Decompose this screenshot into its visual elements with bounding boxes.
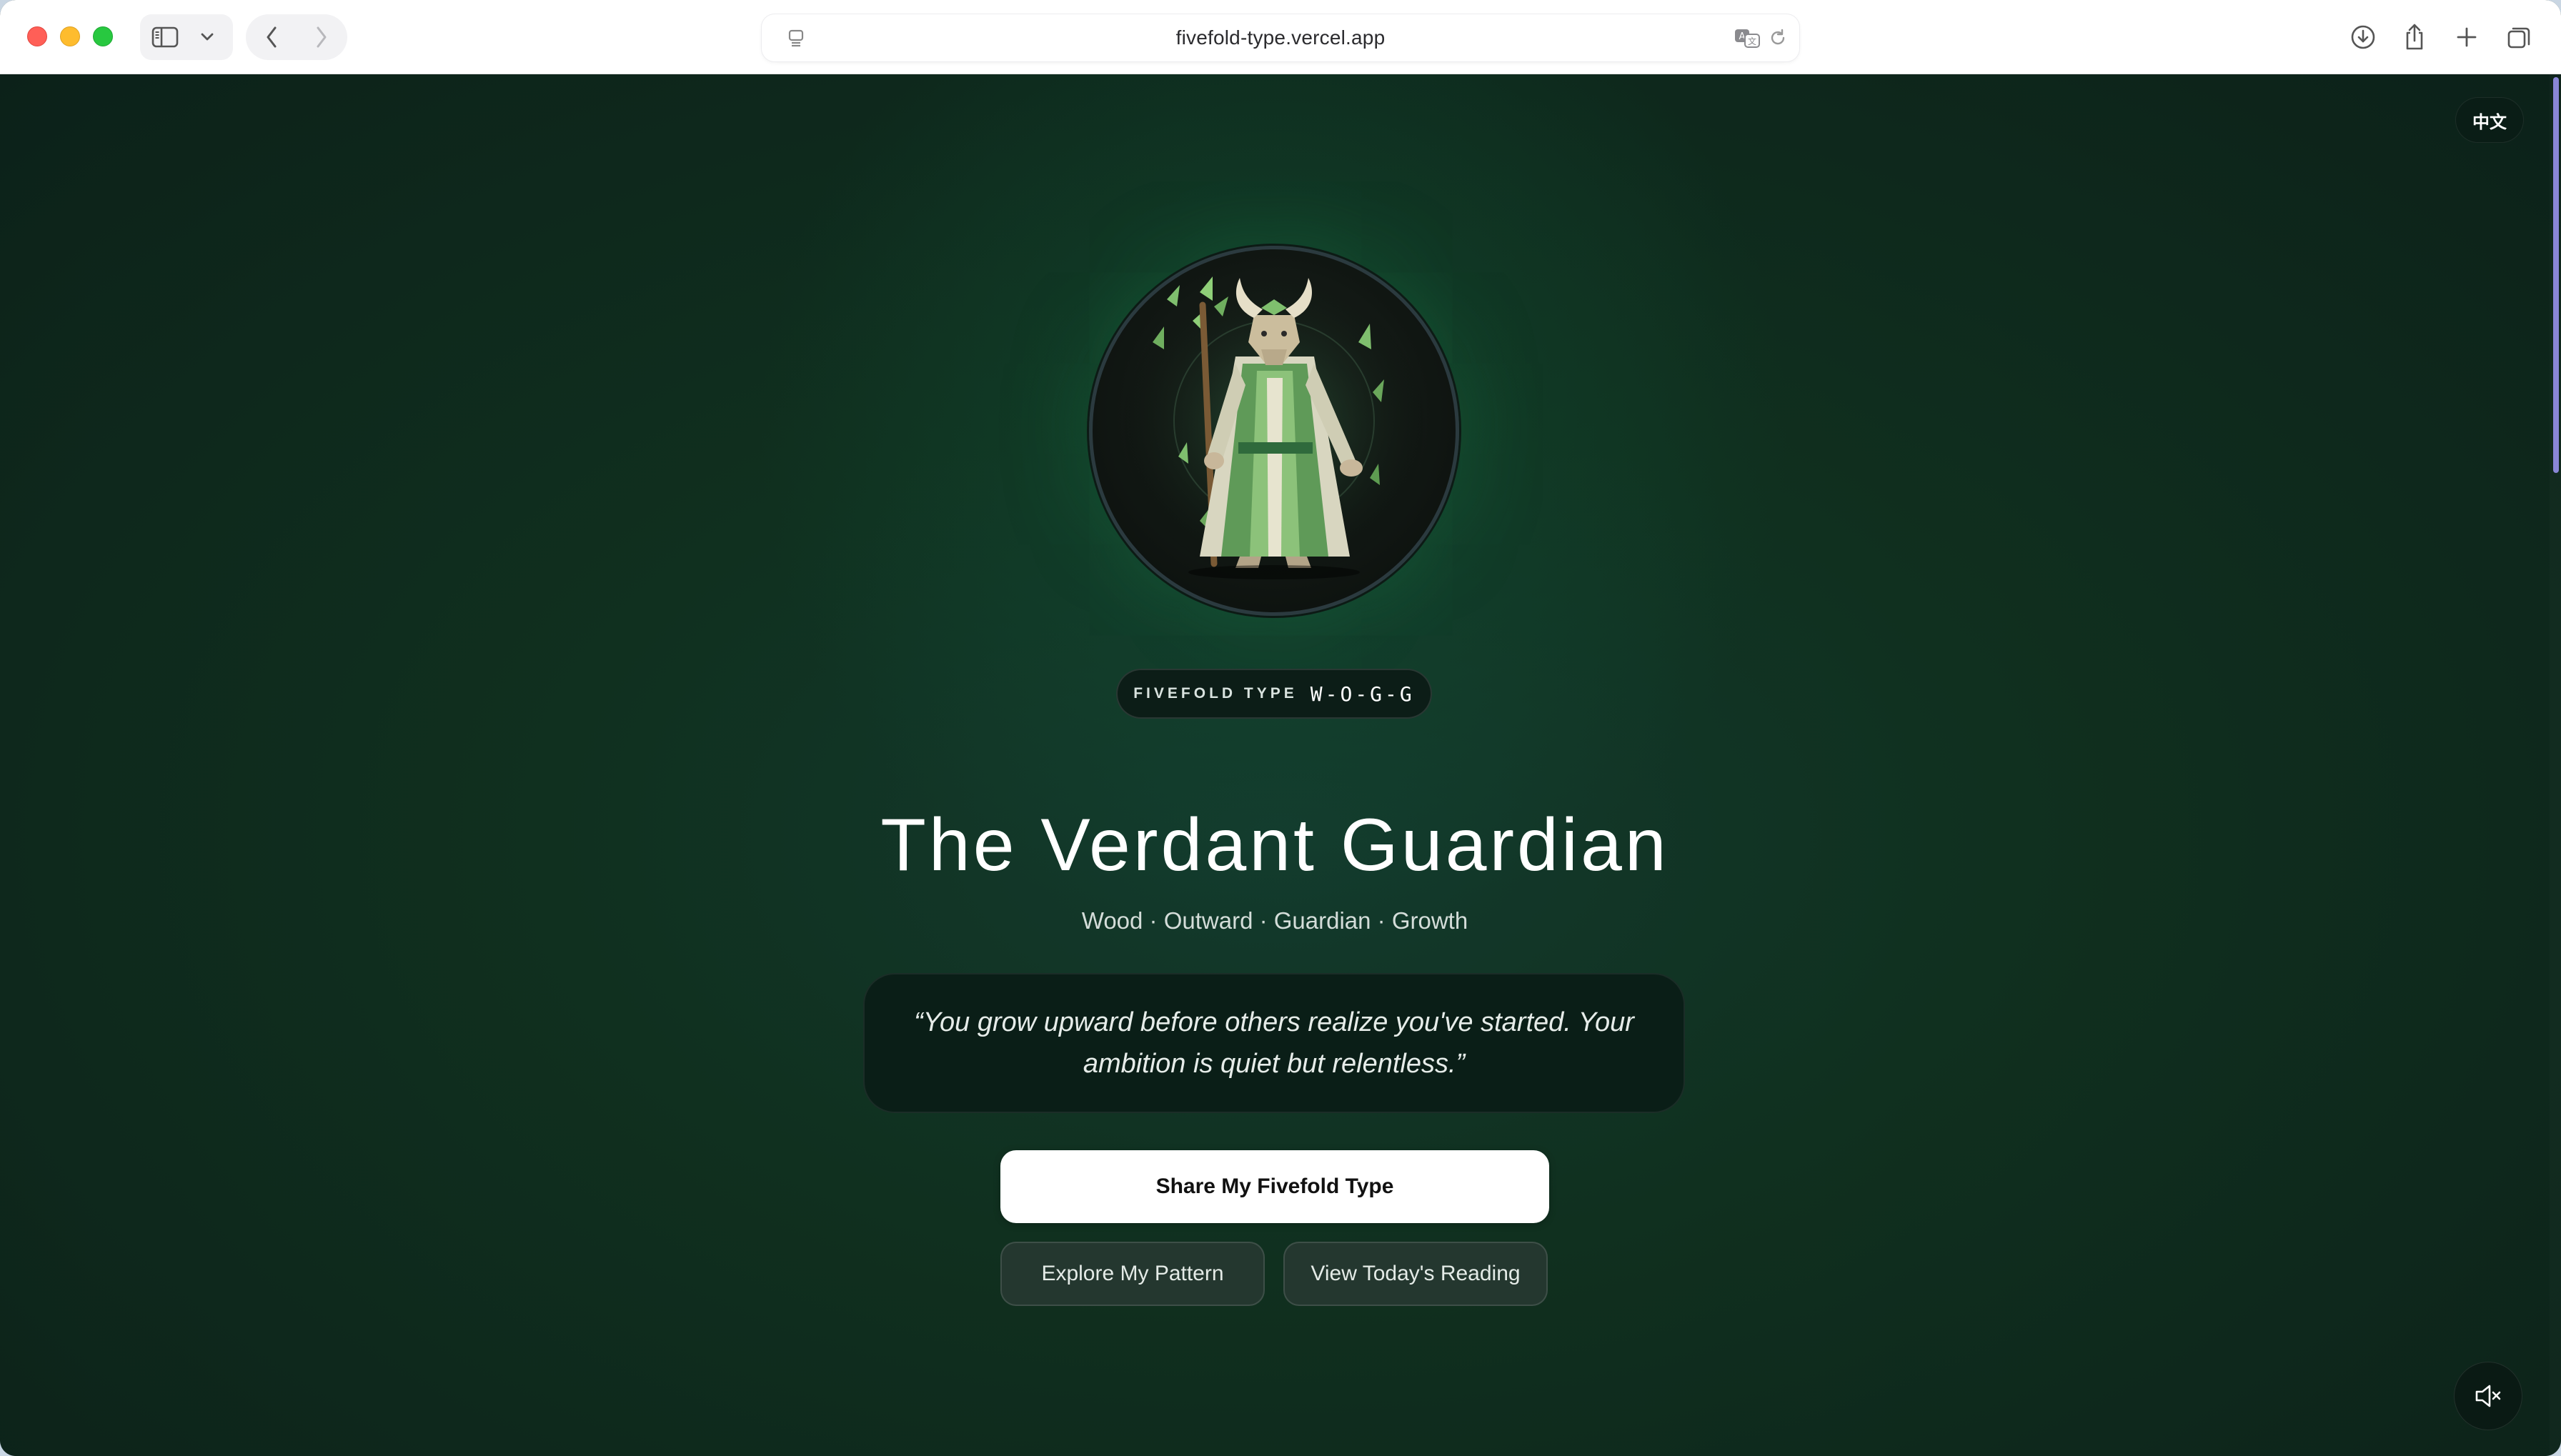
share-icon[interactable] [2398,16,2431,59]
explore-pattern-button[interactable]: Explore My Pattern [1000,1242,1265,1306]
quote-text: “You grow upward before others realize y… [914,1007,1634,1079]
address-bar[interactable]: fivefold-type.vercel.app A文 [762,14,1799,61]
forward-icon[interactable] [307,16,336,59]
tabs-overview-icon[interactable] [2502,16,2535,59]
back-icon[interactable] [257,16,286,59]
browser-window: fivefold-type.vercel.app A文 中文 FIVEFOLD … [0,0,2561,1456]
scrollbar-thumb[interactable] [2553,77,2559,473]
sidebar-icon[interactable] [147,16,183,59]
download-icon[interactable] [2347,16,2380,59]
type-code: W-O-G-G [1310,682,1415,706]
guardian-portrait-image [1089,246,1459,616]
new-tab-icon[interactable] [2451,16,2482,59]
quote-card: “You grow upward before others realize y… [863,973,1685,1113]
minimize-window-button[interactable] [60,26,80,46]
svg-text:文: 文 [1748,36,1756,46]
page-title: The Verdant Guardian [880,804,1669,887]
fivefold-type-badge: FIVEFOLD TYPE W-O-G-G [1116,669,1432,719]
view-reading-button[interactable]: View Today's Reading [1283,1242,1548,1306]
close-window-button[interactable] [27,26,47,46]
type-label: FIVEFOLD TYPE [1133,685,1298,702]
scrollbar[interactable] [2550,74,2561,1456]
type-traits-subtitle: Wood · Outward · Guardian · Growth [1081,907,1468,934]
chevron-down-icon[interactable] [193,16,222,59]
speaker-muted-icon[interactable] [2454,1362,2522,1430]
zoom-window-button[interactable] [93,26,113,46]
page-content: 中文 FIVEFOLD TYPE W-O-G-G The Verdant Gua… [0,74,2561,1456]
language-toggle-button[interactable]: 中文 [2455,97,2524,143]
reload-icon[interactable] [1764,16,1792,59]
verdant-guardian-illustration [1117,271,1431,585]
url-text: fivefold-type.vercel.app [1175,26,1386,49]
share-type-button[interactable]: Share My Fivefold Type [1000,1150,1549,1223]
translate-icon[interactable]: A文 [1732,16,1764,59]
browser-toolbar: fivefold-type.vercel.app A文 [0,0,2561,74]
